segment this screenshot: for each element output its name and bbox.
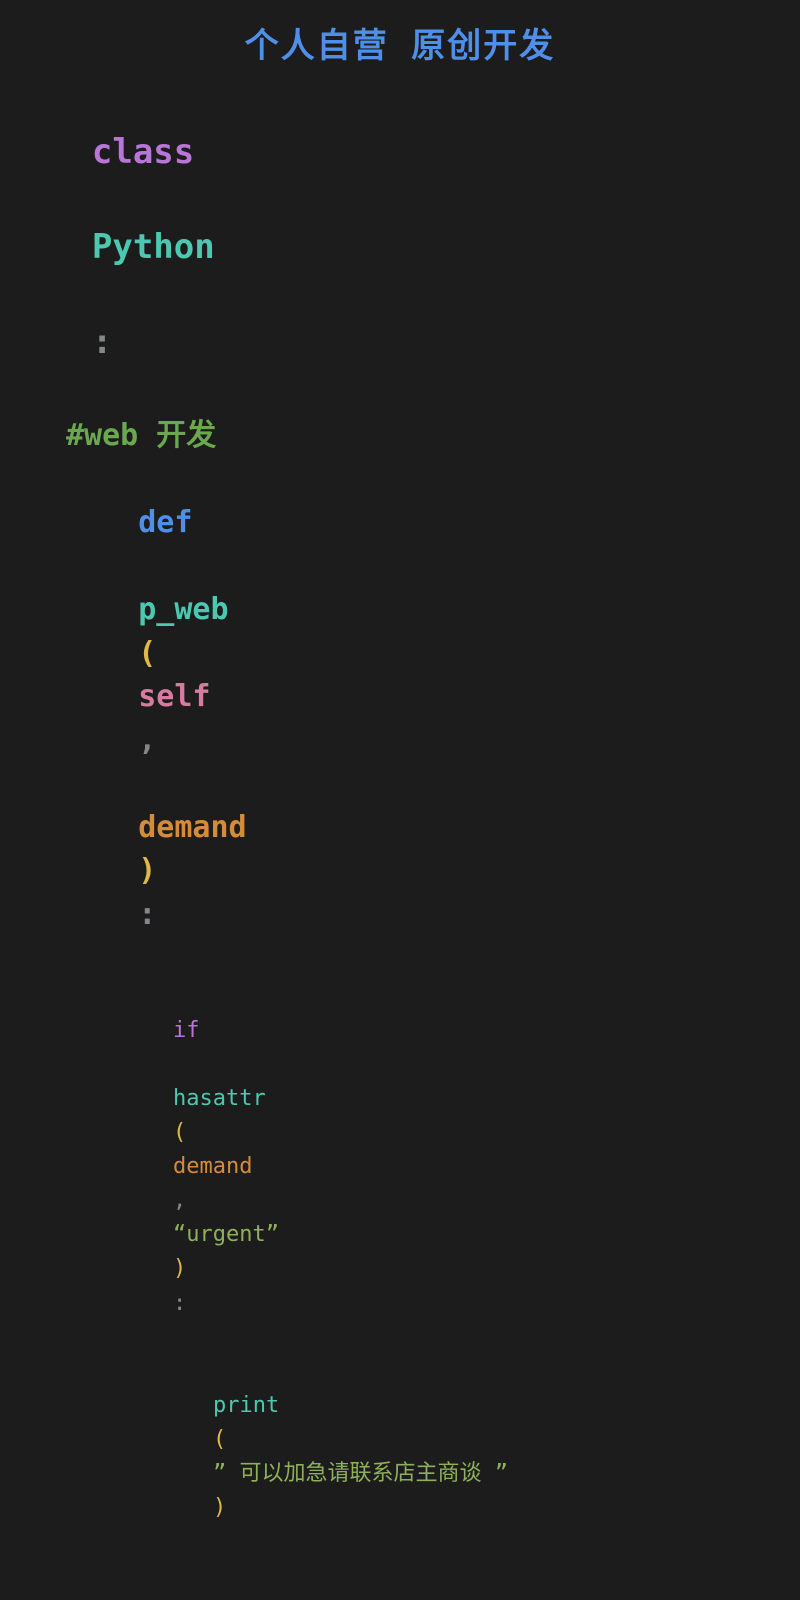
colon: :: [138, 897, 156, 932]
comma: ,: [173, 1188, 186, 1213]
comma: ,: [138, 723, 156, 758]
code-line-def: def p_web ( self , demand ) :: [10, 458, 790, 980]
builtin-hasattr: hasattr: [173, 1086, 266, 1111]
space: [138, 766, 156, 801]
code-line-if-urgent: if hasattr ( demand , “urgent” ) :: [10, 980, 790, 1355]
paren-close: ): [138, 853, 156, 888]
paren-open: (: [173, 1120, 186, 1145]
var-demand: demand: [173, 1154, 252, 1179]
keyword-def: def: [138, 505, 192, 540]
paren-close: ): [173, 1256, 186, 1281]
param-self: self: [138, 679, 210, 714]
code-line-if-customize: if hasattr ( demand , “customize” ) :: [10, 1575, 790, 1600]
space: [138, 549, 156, 584]
colon: :: [173, 1291, 186, 1316]
param-demand: demand: [138, 810, 246, 845]
blank-line: [10, 1559, 790, 1575]
string-urgent-msg: ” 可以加急请联系店主商谈 ”: [213, 1461, 508, 1486]
func-name: p_web: [138, 592, 228, 627]
paren-open: (: [213, 1427, 226, 1452]
code-poster: 个人自营 原创开发 class Python : #web 开发 def p_w…: [0, 0, 800, 1600]
paren-close: ): [213, 1495, 226, 1520]
keyword-class: class: [92, 132, 194, 172]
code-line-comment-web: #web 开发: [10, 414, 790, 458]
space: [173, 1052, 186, 1077]
code-line-print-urgent: print ( ” 可以加急请联系店主商谈 ” ): [10, 1355, 790, 1560]
class-name: Python: [92, 227, 215, 267]
paren-open: (: [138, 636, 156, 671]
code-line-class: class Python :: [10, 81, 790, 414]
poster-title: 个人自营 原创开发: [10, 18, 790, 67]
string-urgent: “urgent”: [173, 1222, 279, 1247]
space: [92, 179, 112, 219]
keyword-if: if: [173, 1018, 200, 1043]
space: [92, 274, 112, 314]
builtin-print: print: [213, 1393, 279, 1418]
colon: :: [92, 322, 112, 362]
